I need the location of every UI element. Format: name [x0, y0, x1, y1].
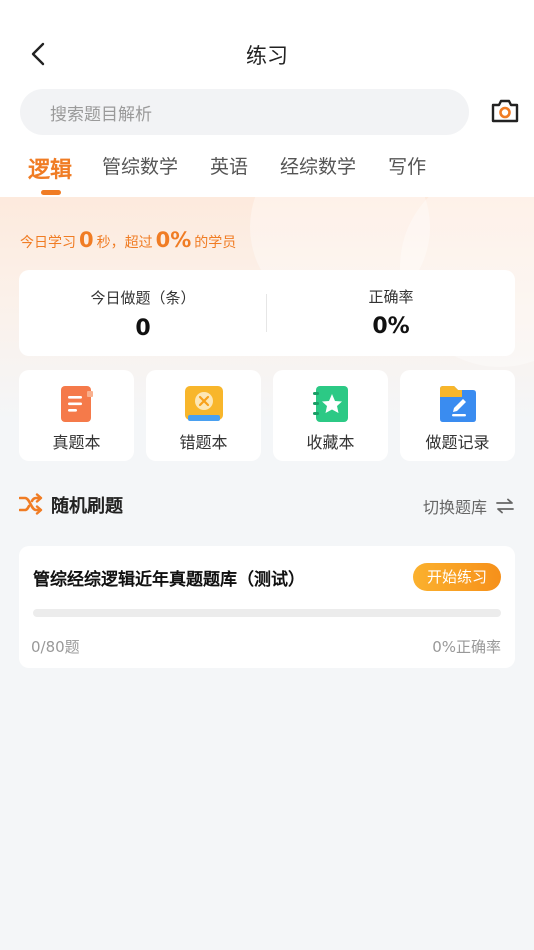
- quick-real-questions[interactable]: 真题本: [19, 370, 134, 461]
- search-row: 搜索题目解析: [20, 89, 520, 135]
- today-suffix: 的学员: [194, 235, 237, 251]
- star-book-icon: [313, 386, 348, 422]
- shuffle-icon: [19, 493, 43, 515]
- stat-accuracy-value: 0%: [372, 314, 410, 339]
- today-seconds: 0: [79, 228, 94, 252]
- stat-done-value: 0: [135, 316, 151, 341]
- today-percent: 0%: [155, 228, 192, 252]
- question-bank-card[interactable]: 管综经综逻辑近年真题题库（测试） 开始练习 0/80题 0%正确率: [19, 546, 515, 668]
- progress-bar: [33, 609, 501, 617]
- swap-arrows-icon: [496, 498, 514, 514]
- stat-accuracy-label: 正确率: [368, 288, 414, 306]
- navbar: 练习: [0, 30, 534, 78]
- stat-accuracy: 正确率 0%: [267, 270, 515, 356]
- quick-records[interactable]: 做题记录: [400, 370, 515, 461]
- stat-done-label: 今日做题（条）: [90, 289, 196, 307]
- bank-accuracy: 0%正确率: [432, 638, 501, 656]
- tab-english[interactable]: 英语: [210, 152, 248, 179]
- quick-label: 收藏本: [306, 433, 355, 452]
- notebook-icon: [61, 386, 93, 422]
- subject-tabs: 逻辑 管综数学 英语 经综数学 写作: [28, 152, 534, 196]
- camera-icon: [491, 99, 519, 123]
- today-sec-unit: 秒，超过: [96, 235, 153, 251]
- camera-button[interactable]: [490, 97, 520, 125]
- today-summary: 今日学习 0 秒，超过 0% 的学员: [20, 228, 236, 252]
- tab-economics-math[interactable]: 经综数学: [280, 152, 356, 179]
- folder-record-icon: [440, 386, 476, 422]
- today-prefix: 今日学习: [20, 235, 76, 251]
- stat-done: 今日做题（条） 0: [19, 270, 267, 356]
- bank-title: 管综经综逻辑近年真题题库（测试）: [33, 570, 305, 590]
- quick-label: 真题本: [52, 433, 101, 452]
- question-count: 0/80题: [31, 638, 80, 656]
- tab-logic[interactable]: 逻辑: [28, 152, 72, 195]
- wrong-book-icon: [185, 386, 223, 421]
- tab-writing[interactable]: 写作: [388, 152, 426, 179]
- quick-favorites[interactable]: 收藏本: [273, 370, 388, 461]
- switch-bank-label: 切换题库: [422, 498, 487, 517]
- top-area: 练习 搜索题目解析 逻辑 管综数学 英语 经综数学 写作: [0, 0, 534, 197]
- search-input[interactable]: 搜索题目解析: [20, 89, 469, 135]
- quick-label: 做题记录: [425, 433, 490, 452]
- page-title: 练习: [246, 44, 288, 68]
- stats-card: 今日做题（条） 0 正确率 0%: [19, 270, 515, 356]
- quick-actions: 真题本 错题本 收藏本 做题记录: [19, 370, 515, 461]
- quick-label: 错题本: [179, 433, 228, 452]
- start-practice-button[interactable]: 开始练习: [413, 563, 501, 591]
- random-practice-header: 随机刷题 切换题库: [19, 490, 515, 518]
- switch-bank-button[interactable]: 切换题库: [423, 494, 515, 518]
- quick-wrong-questions[interactable]: 错题本: [146, 370, 261, 461]
- tab-management-math[interactable]: 管综数学: [102, 152, 178, 179]
- section-title: 随机刷题: [51, 496, 123, 517]
